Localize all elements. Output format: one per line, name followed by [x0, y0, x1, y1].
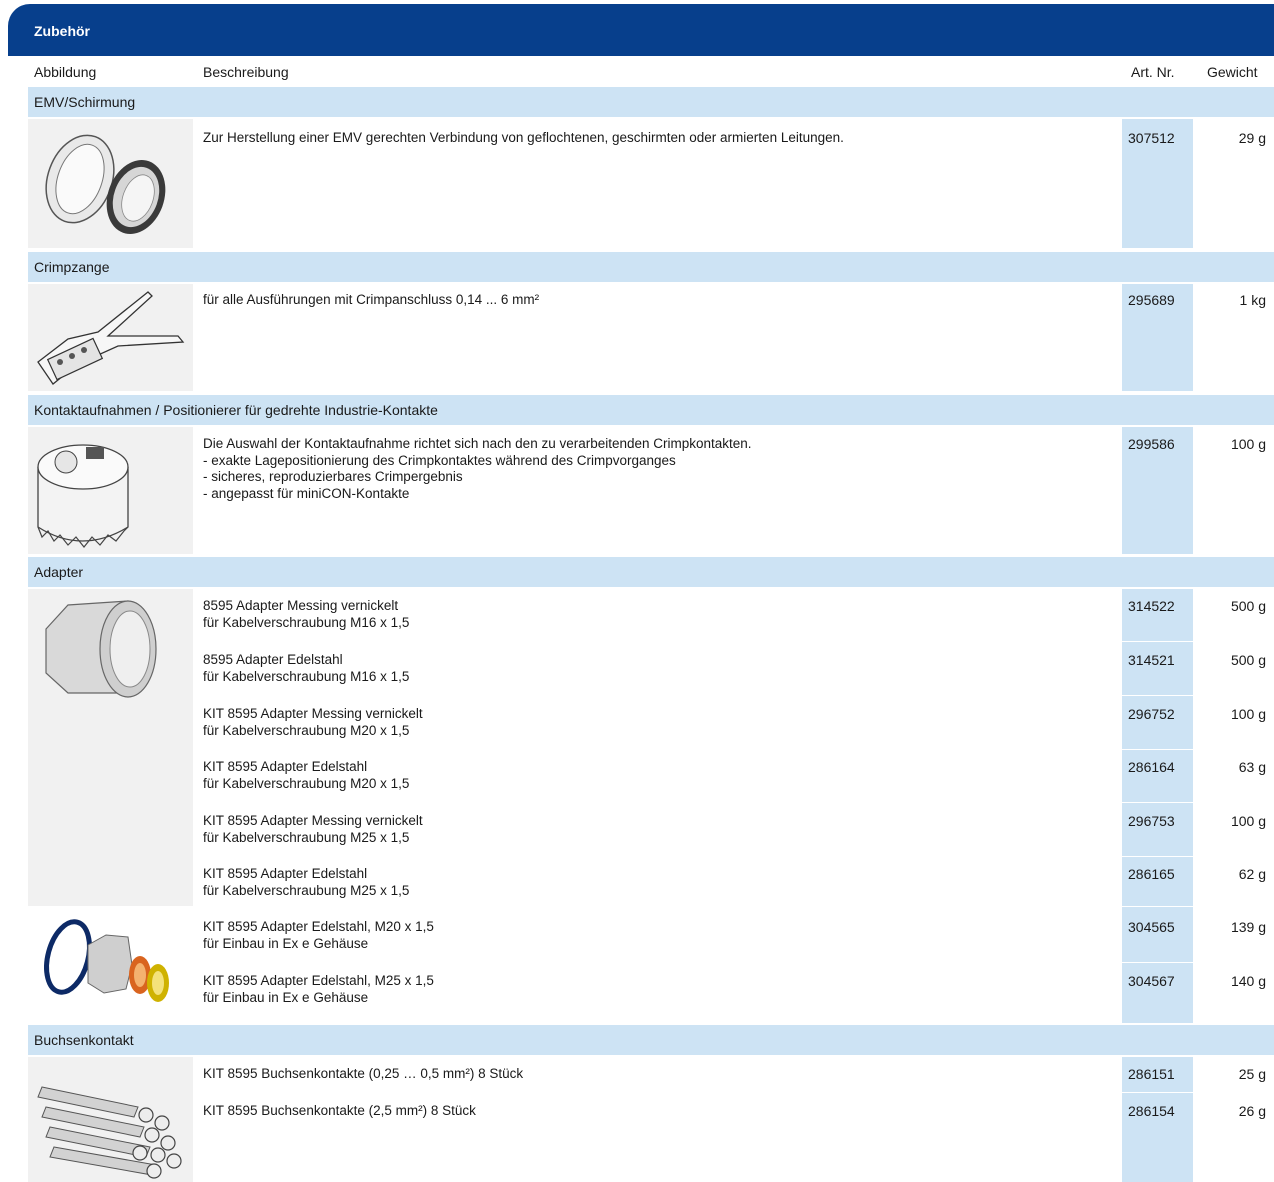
row-weight: 1 kg [1239, 292, 1266, 308]
row-description: KIT 8595 Adapter Messing vernickelt für … [203, 813, 423, 845]
row-article-number: 286154 [1128, 1103, 1175, 1119]
section-header-crimpzange: Crimpzange [28, 252, 1274, 282]
row-separator [193, 856, 1274, 857]
table-header-bar: Zubehör [8, 4, 1274, 56]
row-article-number: 295689 [1128, 292, 1175, 308]
row-separator [193, 695, 1274, 696]
section-title: Crimpzange [34, 259, 110, 275]
row-weight: 100 g [1230, 813, 1266, 829]
row-separator [193, 641, 1274, 642]
section-header-adapter: Adapter [28, 557, 1274, 587]
row-article-number: 314522 [1128, 598, 1175, 614]
adapter-icon [45, 600, 157, 698]
row-weight: 140 g [1230, 973, 1266, 989]
column-header-weight: Gewicht [1207, 64, 1258, 80]
row-description: KIT 8595 Adapter Edelstahl für Kabelvers… [203, 759, 410, 791]
crimp-pliers-icon [37, 291, 185, 385]
row-description: KIT 8595 Adapter Edelstahl für Kabelvers… [203, 866, 410, 898]
section-header-buchsenkontakt: Buchsenkontakt [28, 1025, 1274, 1055]
row-description: Zur Herstellung einer EMV gerechten Verb… [203, 130, 844, 145]
table-title: Zubehör [34, 23, 90, 39]
row-weight: 25 g [1238, 1066, 1266, 1082]
product-image-buchsenkontakt [28, 1057, 193, 1182]
product-image-adapter [28, 589, 193, 906]
product-image-kontaktaufnahmen [28, 427, 193, 554]
row-description: KIT 8595 Adapter Edelstahl, M20 x 1,5 fü… [203, 919, 434, 951]
row-article-number: 286165 [1128, 866, 1175, 882]
column-header-image: Abbildung [34, 64, 97, 80]
row-article-number: 304567 [1128, 973, 1175, 989]
row-weight: 62 g [1238, 866, 1266, 882]
row-description: KIT 8595 Buchsenkontakte (0,25 … 0,5 mm²… [203, 1066, 524, 1081]
row-separator [28, 906, 1274, 907]
product-image-emv [28, 119, 193, 248]
product-image-crimpzange [28, 284, 193, 391]
product-image-adapter-ex [28, 907, 193, 1023]
emv-ring-icon [45, 134, 166, 234]
row-weight: 100 g [1230, 706, 1266, 722]
row-separator [193, 1092, 1274, 1093]
accessories-table: Zubehör Abbildung Beschreibung Art. Nr. … [0, 0, 1274, 1182]
row-article-number: 304565 [1128, 919, 1175, 935]
row-weight: 26 g [1238, 1103, 1266, 1119]
row-weight: 139 g [1230, 919, 1266, 935]
row-separator [193, 749, 1274, 750]
row-description: KIT 8595 Adapter Messing vernickelt für … [203, 706, 423, 738]
socket-contacts-icon [37, 1086, 182, 1179]
row-weight: 500 g [1230, 598, 1266, 614]
section-title: Buchsenkontakt [34, 1032, 134, 1048]
row-description: Die Auswahl der Kontaktaufnahme richtet … [203, 436, 752, 501]
column-header-article: Art. Nr. [1131, 64, 1175, 80]
adapter-kit-ex-icon [44, 919, 169, 1002]
contact-positioner-icon [37, 444, 129, 548]
row-weight: 63 g [1238, 759, 1266, 775]
section-title: Kontaktaufnahmen / Positionierer für ged… [34, 402, 438, 418]
row-article-number: 296752 [1128, 706, 1175, 722]
row-description: 8595 Adapter Edelstahl für Kabelverschra… [203, 652, 410, 684]
row-weight: 100 g [1230, 436, 1266, 452]
section-title: EMV/Schirmung [34, 94, 136, 110]
row-article-number: 296753 [1128, 813, 1175, 829]
section-header-kontaktaufnahmen: Kontaktaufnahmen / Positionierer für ged… [28, 395, 1274, 425]
column-header-description: Beschreibung [203, 64, 289, 80]
row-description: KIT 8595 Buchsenkontakte (2,5 mm²) 8 Stü… [203, 1103, 476, 1118]
row-article-number: 299586 [1128, 436, 1175, 452]
row-separator [193, 962, 1274, 963]
row-description: 8595 Adapter Messing vernickelt für Kabe… [203, 598, 410, 630]
row-article-number: 286164 [1128, 759, 1175, 775]
section-header-emv: EMV/Schirmung [28, 87, 1274, 117]
row-weight: 500 g [1230, 652, 1266, 668]
row-description: KIT 8595 Adapter Edelstahl, M25 x 1,5 fü… [203, 973, 434, 1005]
row-article-number: 307512 [1128, 130, 1175, 146]
row-article-number: 314521 [1128, 652, 1175, 668]
row-weight: 29 g [1238, 130, 1266, 146]
section-title: Adapter [34, 564, 84, 580]
row-description: für alle Ausführungen mit Crimpanschluss… [203, 292, 540, 307]
row-article-number: 286151 [1128, 1066, 1175, 1082]
row-separator [193, 802, 1274, 803]
